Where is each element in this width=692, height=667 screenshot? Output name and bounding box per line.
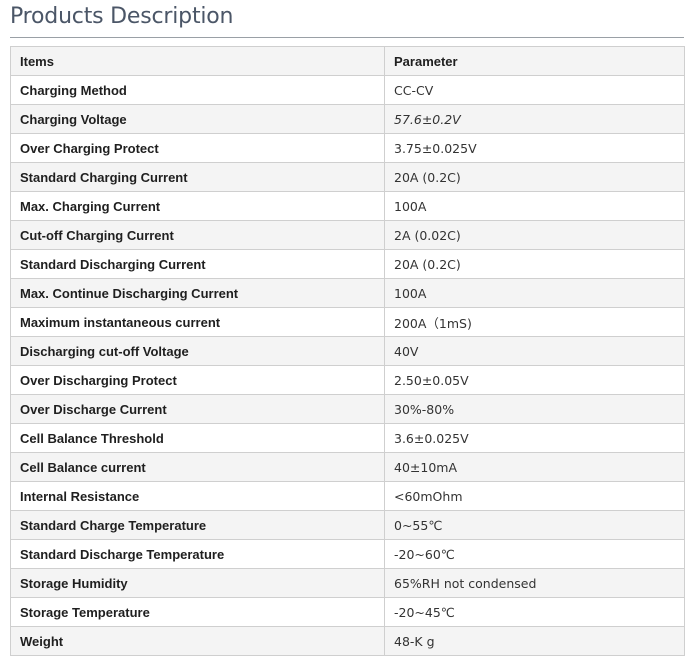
header-parameter: Parameter: [384, 46, 685, 76]
row-parameter-value: 2.50±0.05V: [384, 365, 685, 395]
row-parameter-value: 40±10mA: [384, 452, 685, 482]
header-items: Items: [10, 46, 385, 76]
row-item-label: Discharging cut-off Voltage: [10, 336, 385, 366]
row-parameter-value: CC-CV: [384, 75, 685, 105]
table-row: Discharging cut-off Voltage 40V: [10, 336, 685, 366]
table-row: Over Discharge Current 30%-80%: [10, 394, 685, 424]
row-item-label: Standard Discharging Current: [10, 249, 385, 279]
row-parameter-value: 65%RH not condensed: [384, 568, 685, 598]
table-row: Maximum instantaneous current 200A（1mS): [10, 307, 685, 337]
table-row: Standard Discharge Temperature -20~60℃: [10, 539, 685, 569]
table-row: Storage Temperature -20~45℃: [10, 597, 685, 627]
row-item-label: Charging Method: [10, 75, 385, 105]
row-item-label: Internal Resistance: [10, 481, 385, 511]
table-row: Standard Charging Current 20A (0.2C): [10, 162, 685, 192]
row-parameter-value: -20~45℃: [384, 597, 685, 627]
row-parameter-value: 20A (0.2C): [384, 162, 685, 192]
row-item-label: Over Discharge Current: [10, 394, 385, 424]
table-row: Max. Continue Discharging Current 100A: [10, 278, 685, 308]
row-item-label: Standard Charge Temperature: [10, 510, 385, 540]
table-row: Standard Discharging Current 20A (0.2C): [10, 249, 685, 279]
row-item-label: Storage Temperature: [10, 597, 385, 627]
row-parameter-value: 3.6±0.025V: [384, 423, 685, 453]
row-parameter-value: 2A (0.02C): [384, 220, 685, 250]
row-item-label: Charging Voltage: [10, 104, 385, 134]
table-row: Weight 48-K g: [10, 626, 685, 656]
table-row: Charging Voltage 57.6±0.2V: [10, 104, 685, 134]
row-parameter-value: 100A: [384, 278, 685, 308]
table-header-row: Items Parameter: [10, 46, 685, 76]
row-parameter-value: 57.6±0.2V: [384, 104, 685, 134]
row-item-label: Cell Balance current: [10, 452, 385, 482]
table-row: Max. Charging Current 100A: [10, 191, 685, 221]
row-parameter-value: 200A（1mS): [384, 307, 685, 337]
row-item-label: Cut-off Charging Current: [10, 220, 385, 250]
table-row: Charging Method CC-CV: [10, 75, 685, 105]
row-parameter-value: 48-K g: [384, 626, 685, 656]
table-row: Standard Charge Temperature 0~55℃: [10, 510, 685, 540]
row-item-label: Weight: [10, 626, 385, 656]
row-item-label: Cell Balance Threshold: [10, 423, 385, 453]
row-parameter-value: 40V: [384, 336, 685, 366]
row-parameter-value: 0~55℃: [384, 510, 685, 540]
table-row: Over Discharging Protect 2.50±0.05V: [10, 365, 685, 395]
row-item-label: Standard Charging Current: [10, 162, 385, 192]
table-row: Over Charging Protect 3.75±0.025V: [10, 133, 685, 163]
title-divider: [10, 37, 684, 38]
row-parameter-value: <60mOhm: [384, 481, 685, 511]
row-item-label: Storage Humidity: [10, 568, 385, 598]
row-item-label: Over Discharging Protect: [10, 365, 385, 395]
table-row: Storage Humidity 65%RH not condensed: [10, 568, 685, 598]
row-parameter-value: -20~60℃: [384, 539, 685, 569]
row-parameter-value: 100A: [384, 191, 685, 221]
row-parameter-value: 30%-80%: [384, 394, 685, 424]
row-item-label: Max. Continue Discharging Current: [10, 278, 385, 308]
row-item-label: Standard Discharge Temperature: [10, 539, 385, 569]
row-parameter-value: 3.75±0.025V: [384, 133, 685, 163]
page-title: Products Description: [10, 4, 234, 29]
row-item-label: Max. Charging Current: [10, 191, 385, 221]
table-row: Cell Balance Threshold 3.6±0.025V: [10, 423, 685, 453]
row-item-label: Over Charging Protect: [10, 133, 385, 163]
spec-table: Items Parameter Charging Method CC-CV Char…: [10, 46, 685, 656]
table-row: Cut-off Charging Current 2A (0.02C): [10, 220, 685, 250]
row-parameter-value: 20A (0.2C): [384, 249, 685, 279]
table-row: Internal Resistance <60mOhm: [10, 481, 685, 511]
table-row: Cell Balance current 40±10mA: [10, 452, 685, 482]
row-item-label: Maximum instantaneous current: [10, 307, 385, 337]
